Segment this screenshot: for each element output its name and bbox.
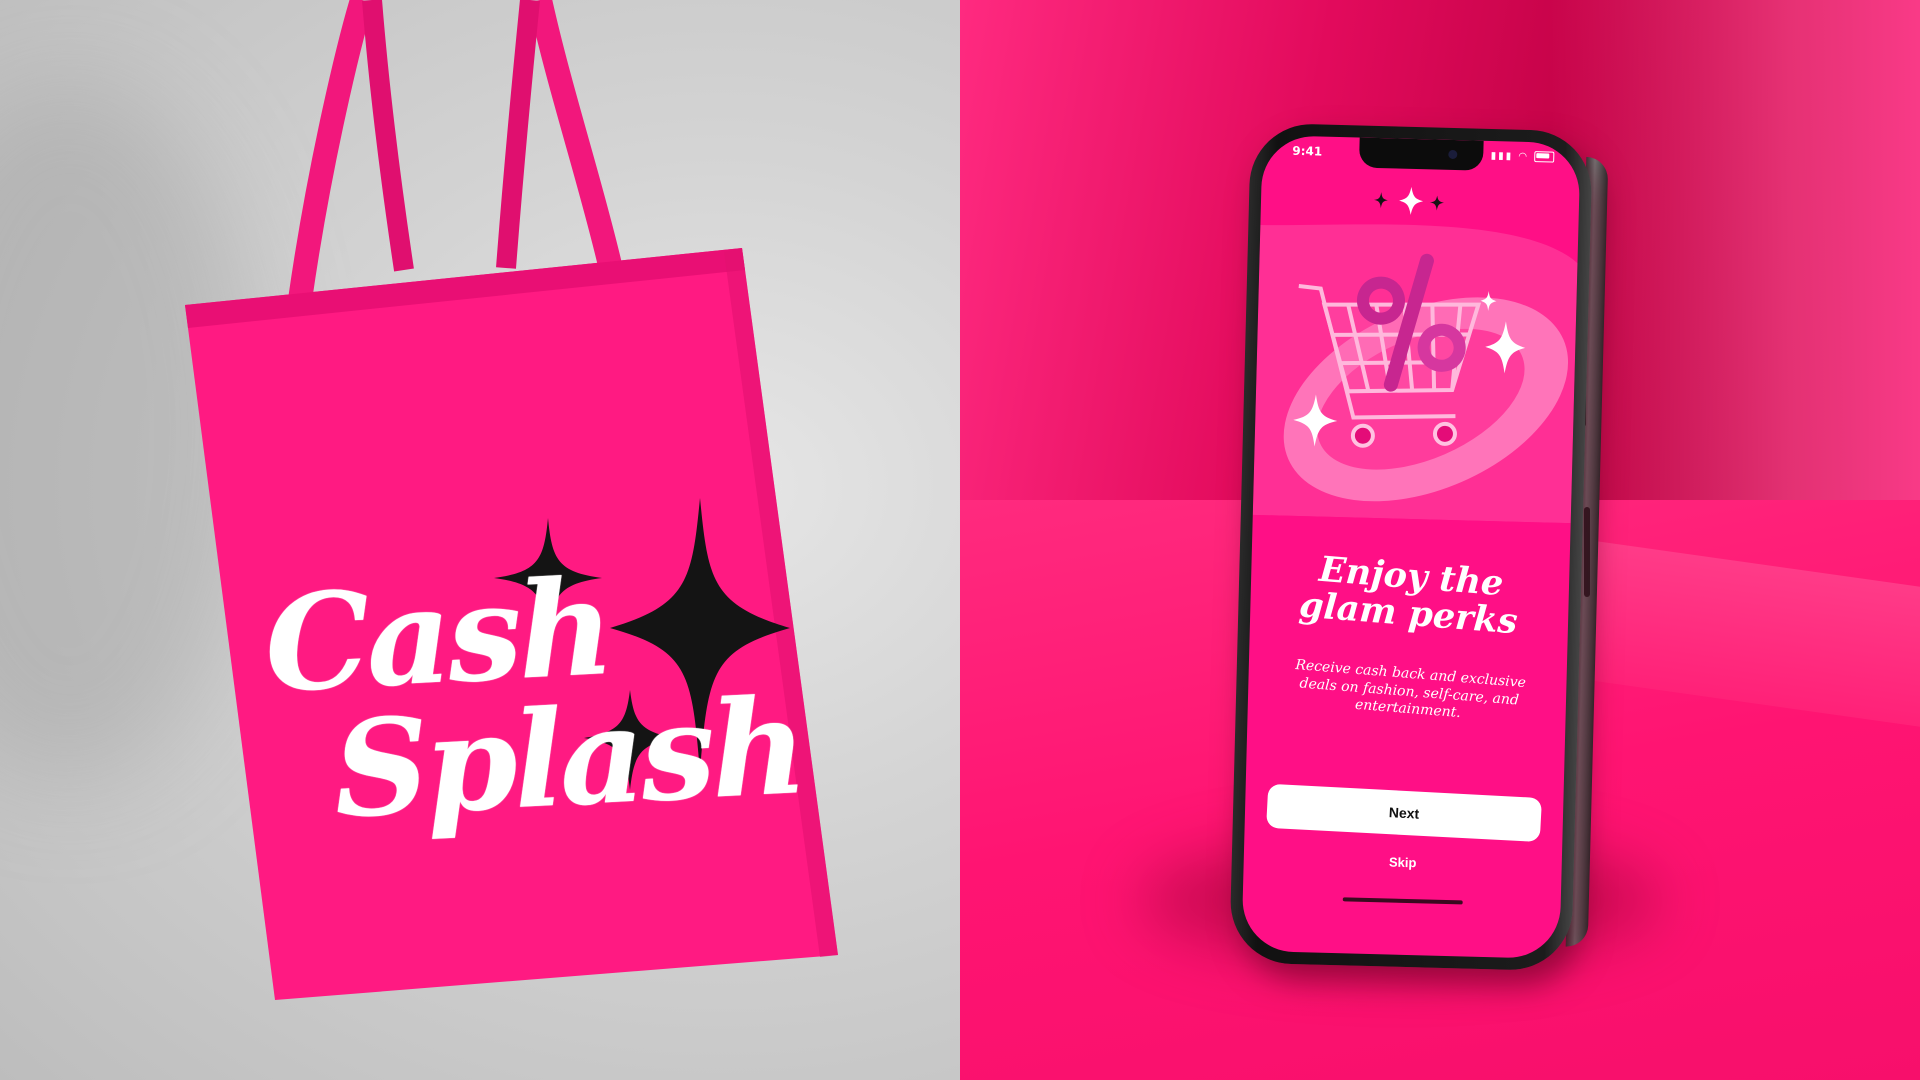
app-screen: 9:41 ▮▮▮ ◠ Enjoy the glam perks Receive … [1241,134,1581,960]
smartphone: 9:41 ▮▮▮ ◠ Enjoy the glam perks Receive … [1229,122,1609,974]
signal-icon: ▮▮▮ [1490,150,1514,163]
sparkle-icon [1374,192,1389,209]
sparkle-icon [1430,195,1445,211]
onboarding-headline: Enjoy the glam perks [1248,547,1571,645]
tote-bag [185,0,838,1000]
phone-mockup-panel: 9:41 ▮▮▮ ◠ Enjoy the glam perks Receive … [960,0,1920,1080]
status-icons: ▮▮▮ ◠ [1490,150,1555,163]
power-button [1584,507,1590,597]
onboarding-subtitle: Receive cash back and exclusive deals on… [1294,657,1527,722]
wifi-icon: ◠ [1518,151,1530,163]
status-time: 9:41 [1292,143,1323,159]
camera-icon [1448,149,1458,160]
hero-illustration [1252,224,1578,524]
header-sparkles [1374,186,1445,215]
battery-icon [1534,151,1555,163]
tote-logo-text: Cash Splash [261,550,834,849]
next-button[interactable]: Next [1266,783,1543,843]
tote-logo-line2: Splash [329,669,807,849]
phone-notch [1358,137,1484,171]
tote-bag-panel: Cash Splash [0,0,960,1080]
home-indicator [1342,897,1463,905]
skip-link[interactable]: Skip [1244,851,1562,874]
sparkle-icon [1399,186,1424,215]
